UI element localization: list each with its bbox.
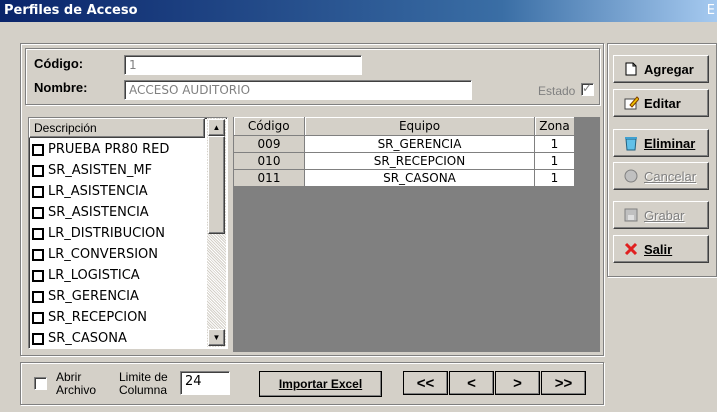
new-document-icon [622,60,640,78]
item-checkbox[interactable] [32,164,44,177]
list-item[interactable]: LR_ASISTENCIA [29,181,148,202]
item-checkbox[interactable] [32,227,44,240]
nav-next-button[interactable]: > [495,371,540,395]
grid-col-codigo[interactable]: Código [233,117,305,136]
abrir-archivo-checkbox[interactable] [34,377,47,390]
window-title: Perfiles de Acceso [4,3,138,18]
item-label: SR_GERENCIA [48,289,139,304]
item-checkbox[interactable] [32,290,44,303]
cancel-circle-icon [622,167,640,185]
table-row[interactable]: 011 SR_CASONA 1 [233,168,575,187]
recycle-bin-icon [622,134,640,152]
cancelar-label: Cancelar [644,168,697,184]
table-row[interactable]: 010 SR_RECEPCION 1 [233,151,575,170]
item-label: PRUEBA PR80 RED [48,142,170,157]
list-item[interactable]: LR_LOGISTICA [29,265,140,286]
table-cell[interactable]: SR_GERENCIA [304,134,535,153]
table-cell[interactable]: SR_RECEPCION [304,151,535,170]
grabar-button[interactable]: Grabar [613,201,709,229]
item-label: LR_ASISTENCIA [48,184,148,199]
estado-label: Estado [538,84,576,98]
item-checkbox[interactable] [32,185,44,198]
estado-checkbox[interactable] [581,81,594,96]
abrir-archivo-label: Abrir Archivo [56,371,96,397]
table-cell[interactable]: 1 [534,168,575,187]
item-checkbox[interactable] [32,269,44,282]
scroll-thumb[interactable] [208,136,225,234]
item-label: SR_RECEPCION [48,310,148,325]
nav-prev-button[interactable]: < [449,371,494,395]
list-item[interactable]: SR_CASONA [29,328,127,349]
table-cell[interactable]: 011 [233,168,305,187]
item-checkbox[interactable] [32,143,44,156]
window-titlebar: Perfiles de Acceso E [0,0,717,22]
exit-x-icon [622,240,640,258]
eliminar-label: Eliminar [644,135,696,151]
importar-excel-button[interactable]: Importar Excel [259,371,382,397]
table-cell[interactable]: 010 [233,151,305,170]
list-item[interactable]: LR_CONVERSION [29,244,158,265]
item-label: SR_ASISTENCIA [48,205,149,220]
agregar-button[interactable]: Agregar [613,55,709,83]
nav-first-button[interactable]: << [403,371,448,395]
list-item[interactable]: LR_DISTRIBUCION [29,223,165,244]
item-checkbox[interactable] [32,311,44,324]
item-label: SR_CASONA [48,331,127,346]
item-checkbox[interactable] [32,332,44,345]
grid-col-zona[interactable]: Zona [534,117,575,136]
limite-columna-input[interactable]: 24 [180,371,230,395]
list-item[interactable]: SR_ASISTENCIA [29,202,149,223]
cancelar-button[interactable]: Cancelar [613,162,709,190]
table-cell[interactable]: 009 [233,134,305,153]
limite-line2: Columna [119,383,168,397]
scroll-up-button[interactable]: ▲ [208,119,225,136]
codigo-field[interactable]: 1 [124,55,362,75]
codigo-label: Código: [34,56,84,71]
table-row[interactable]: 009 SR_GERENCIA 1 [233,134,575,153]
table-cell[interactable]: 1 [534,134,575,153]
equipos-table: Código Equipo Zona 009 SR_GERENCIA 1 010 SR_… [233,117,575,187]
agregar-label: Agregar [644,61,694,77]
editar-label: Editar [644,95,681,111]
list-item[interactable]: SR_ASISTEN_MF [29,160,152,181]
equipos-grid[interactable]: Código Equipo Zona 009 SR_GERENCIA 1 010 SR_… [233,117,600,352]
table-cell[interactable]: 1 [534,151,575,170]
nav-last-button[interactable]: >> [541,371,586,395]
salir-button[interactable]: Salir [613,235,709,263]
profile-list[interactable]: Descripción PRUEBA PR80 RED SR_ASISTEN_MF… [28,117,228,349]
nombre-field[interactable]: ACCESO AUDITORIO [124,80,472,100]
item-checkbox[interactable] [32,248,44,261]
list-header[interactable]: Descripción [29,118,205,138]
list-item[interactable]: PRUEBA PR80 RED [29,139,169,160]
grid-col-equipo[interactable]: Equipo [304,117,535,136]
grabar-label: Grabar [644,207,685,223]
titlebar-edge-glyph: E [706,3,715,18]
item-checkbox[interactable] [32,206,44,219]
list-scrollbar[interactable]: ▲ ▼ [207,118,226,347]
nombre-label: Nombre: [34,80,88,95]
list-item[interactable]: SR_RECEPCION [29,307,147,328]
editar-button[interactable]: Editar [613,89,709,117]
list-item[interactable]: SR_GERENCIA [29,286,139,307]
table-cell[interactable]: SR_CASONA [304,168,535,187]
abrir-line2: Archivo [56,383,97,397]
item-label: LR_LOGISTICA [48,268,140,283]
save-disk-icon [622,206,640,224]
item-label: SR_ASISTEN_MF [48,163,153,178]
salir-label: Salir [644,241,673,257]
limite-columna-label: Limite de Columna [119,371,168,397]
item-label: LR_CONVERSION [48,247,158,262]
edit-note-icon [622,94,640,112]
scroll-down-button[interactable]: ▼ [208,329,225,346]
eliminar-button[interactable]: Eliminar [613,129,709,157]
item-label: LR_DISTRIBUCION [48,226,165,241]
